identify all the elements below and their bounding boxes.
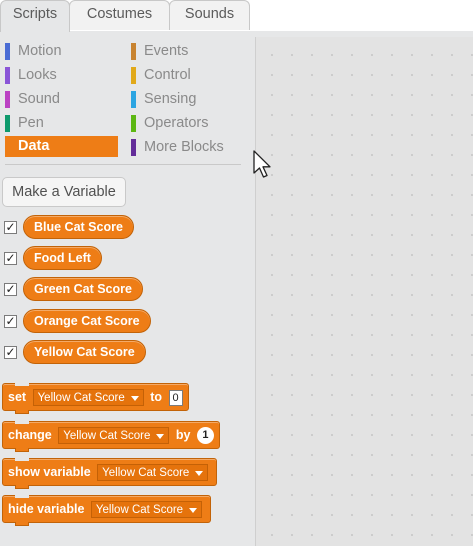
category-looks[interactable]: Looks (5, 65, 115, 86)
category-control[interactable]: Control (131, 65, 241, 86)
variable-checkbox[interactable]: ✓ (4, 315, 17, 328)
tab-sounds[interactable]: Sounds (169, 0, 250, 30)
dropdown-value: Yellow Cat Score (95, 504, 184, 517)
scripts-area[interactable] (255, 37, 473, 546)
block-notch (15, 458, 29, 461)
variable-checkbox[interactable]: ✓ (4, 283, 17, 296)
motion-color-swatch (5, 43, 10, 60)
category-label: Events (144, 43, 189, 59)
looks-color-swatch (5, 67, 10, 84)
category-pen[interactable]: Pen (5, 113, 115, 134)
more-blocks-color-swatch (131, 139, 136, 156)
variable-checkbox[interactable]: ✓ (4, 252, 17, 265)
block-palette: Motion Looks Sound Pen Data Events Contr… (0, 31, 255, 546)
variable-checkbox[interactable]: ✓ (4, 346, 17, 359)
block-bump (15, 522, 29, 526)
block-keyword: to (150, 390, 163, 404)
variable-reporter-yellow-cat-score[interactable]: Yellow Cat Score (23, 340, 146, 364)
sound-color-swatch (5, 91, 10, 108)
variable-reporter-green-cat-score[interactable]: Green Cat Score (23, 277, 143, 301)
editor-tab-bar: Scripts Costumes Sounds (0, 0, 473, 32)
tab-scripts[interactable]: Scripts (0, 0, 70, 32)
operators-color-swatch (131, 115, 136, 132)
variable-dropdown[interactable]: Yellow Cat Score (90, 501, 203, 519)
variable-reporter-food-left[interactable]: Food Left (23, 246, 102, 270)
variable-reporter-blue-cat-score[interactable]: Blue Cat Score (23, 215, 134, 239)
variable-dropdown[interactable]: Yellow Cat Score (97, 464, 209, 482)
events-color-swatch (131, 43, 136, 60)
category-label: Sensing (144, 91, 197, 107)
tab-costumes[interactable]: Costumes (69, 0, 170, 30)
block-keyword: show variable (8, 465, 91, 479)
control-color-swatch (131, 67, 136, 84)
dropdown-value: Yellow Cat Score (63, 430, 151, 443)
palette-divider (5, 164, 241, 165)
block-bump (15, 410, 29, 414)
dropdown-arrow-icon (189, 508, 198, 514)
variable-reporter-orange-cat-score[interactable]: Orange Cat Score (23, 309, 151, 333)
show-variable-block[interactable]: show variable Yellow Cat Score (2, 458, 218, 489)
variable-dropdown[interactable]: Yellow Cat Score (58, 427, 170, 445)
category-label: Motion (18, 43, 62, 59)
category-sensing[interactable]: Sensing (131, 89, 241, 110)
block-notch (15, 383, 29, 386)
category-label: Operators (144, 115, 209, 131)
variable-checkbox[interactable]: ✓ (4, 221, 17, 234)
category-motion[interactable]: Motion (5, 41, 115, 62)
dropdown-value: Yellow Cat Score (102, 467, 190, 480)
block-bump (15, 485, 29, 489)
block-keyword: by (175, 428, 191, 442)
category-label: Control (144, 67, 191, 83)
category-label: Sound (18, 91, 60, 107)
make-variable-button[interactable]: Make a Variable (2, 177, 126, 207)
number-input[interactable]: 1 (196, 427, 214, 445)
block-keyword: change (8, 428, 52, 442)
category-label: Pen (18, 115, 44, 131)
block-keyword: set (8, 390, 27, 404)
sensing-color-swatch (131, 91, 136, 108)
category-operators[interactable]: Operators (131, 113, 241, 134)
dropdown-value: Yellow Cat Score (37, 392, 125, 405)
change-variable-block[interactable]: change Yellow Cat Score by 1 (2, 421, 220, 452)
category-more-blocks[interactable]: More Blocks (131, 137, 241, 158)
category-label: More Blocks (144, 139, 224, 155)
category-label: Data (18, 138, 50, 154)
category-sound[interactable]: Sound (5, 89, 115, 110)
pen-color-swatch (5, 115, 10, 132)
set-variable-block[interactable]: set Yellow Cat Score to 0 (2, 383, 189, 414)
block-notch (15, 421, 29, 424)
category-data[interactable]: Data (5, 136, 118, 157)
variable-dropdown[interactable]: Yellow Cat Score (32, 389, 144, 407)
block-notch (15, 495, 29, 498)
hide-variable-block[interactable]: hide variable Yellow Cat Score (2, 495, 212, 526)
category-label: Looks (18, 67, 57, 83)
block-bump (15, 448, 29, 452)
category-events[interactable]: Events (131, 41, 241, 62)
mouse-pointer-icon (253, 150, 271, 178)
dropdown-arrow-icon (130, 396, 139, 402)
dropdown-arrow-icon (156, 434, 165, 440)
value-input[interactable]: 0 (168, 389, 183, 406)
block-keyword: hide variable (8, 502, 85, 516)
dropdown-arrow-icon (195, 471, 204, 477)
